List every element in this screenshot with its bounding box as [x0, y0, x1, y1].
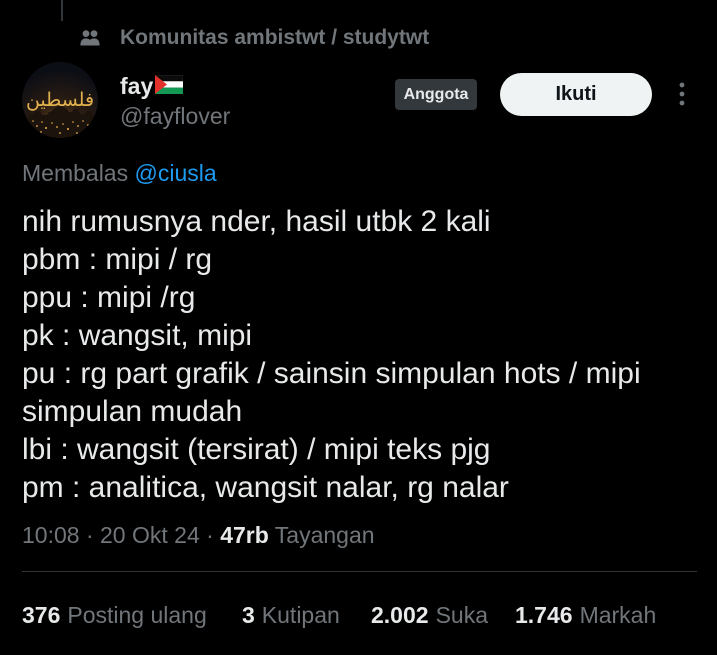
tweet-detail: Komunitas ambistwt / studytwt فلسطين fay…	[0, 0, 717, 655]
avatar-calligraphy: فلسطين	[26, 89, 94, 111]
bookmarks-stat[interactable]: 1.746 Markah	[515, 601, 656, 629]
palestine-flag-icon	[155, 74, 184, 94]
tweet-line: lbi : wangsit (tersirat) / mipi teks pjg	[22, 433, 491, 466]
likes-stat[interactable]: 2.002 Suka	[371, 601, 488, 629]
quotes-stat[interactable]: 3 Kutipan	[242, 601, 340, 629]
meta-separator: ·	[85, 522, 94, 548]
reposts-label: Posting ulang	[67, 602, 207, 628]
divider	[22, 571, 697, 572]
display-name: fay	[120, 73, 154, 99]
bookmarks-label: Markah	[579, 602, 657, 628]
more-options-icon[interactable]	[673, 82, 691, 106]
tweet-line: ppu : mipi /rg	[22, 281, 196, 314]
author-name[interactable]: fay	[120, 72, 184, 100]
reply-prefix: Membalas	[22, 160, 129, 186]
reposts-stat[interactable]: 376 Posting ulang	[22, 601, 207, 629]
meta-separator: ·	[206, 522, 214, 548]
bookmarks-count: 1.746	[515, 602, 573, 628]
community-icon	[80, 29, 100, 47]
tweet-line: nih rumusnya nder, hasil utbk 2 kali	[22, 205, 491, 238]
likes-count: 2.002	[371, 602, 429, 628]
reposts-count: 376	[22, 602, 61, 628]
views-count: 47rb	[220, 522, 269, 548]
tweet-line: pu : rg part grafik / sainsin simpulan h…	[22, 357, 641, 428]
tweet-meta: 10:08 · 20 Okt 24 · 47rb Tayangan	[22, 521, 375, 549]
tweet-line: pm : analitica, wangsit nalar, rg nalar	[22, 471, 509, 504]
likes-label: Suka	[435, 602, 488, 628]
quotes-count: 3	[242, 602, 255, 628]
tweet-text: nih rumusnya nder, hasil utbk 2 kali pbm…	[22, 203, 697, 507]
reply-to-handle-link[interactable]: @ciusla	[135, 160, 217, 186]
community-name: Komunitas ambistwt / studytwt	[120, 26, 430, 49]
community-context[interactable]: Komunitas ambistwt / studytwt	[80, 26, 429, 50]
avatar[interactable]: فلسطين	[22, 62, 98, 138]
member-badge: Anggota	[395, 79, 477, 110]
author-handle[interactable]: @fayflover	[120, 102, 230, 130]
post-date[interactable]: 20 Okt 24	[100, 522, 200, 548]
quotes-label: Kutipan	[261, 602, 340, 628]
views-label: Tayangan	[274, 522, 375, 548]
thread-connector-line	[61, 0, 63, 21]
reply-context: Membalas @ciusla	[22, 159, 217, 187]
follow-button[interactable]: Ikuti	[500, 73, 652, 116]
tweet-line: pbm : mipi / rg	[22, 243, 213, 276]
post-time[interactable]: 10:08	[22, 522, 80, 548]
tweet-line: pk : wangsit, mipi	[22, 319, 253, 352]
